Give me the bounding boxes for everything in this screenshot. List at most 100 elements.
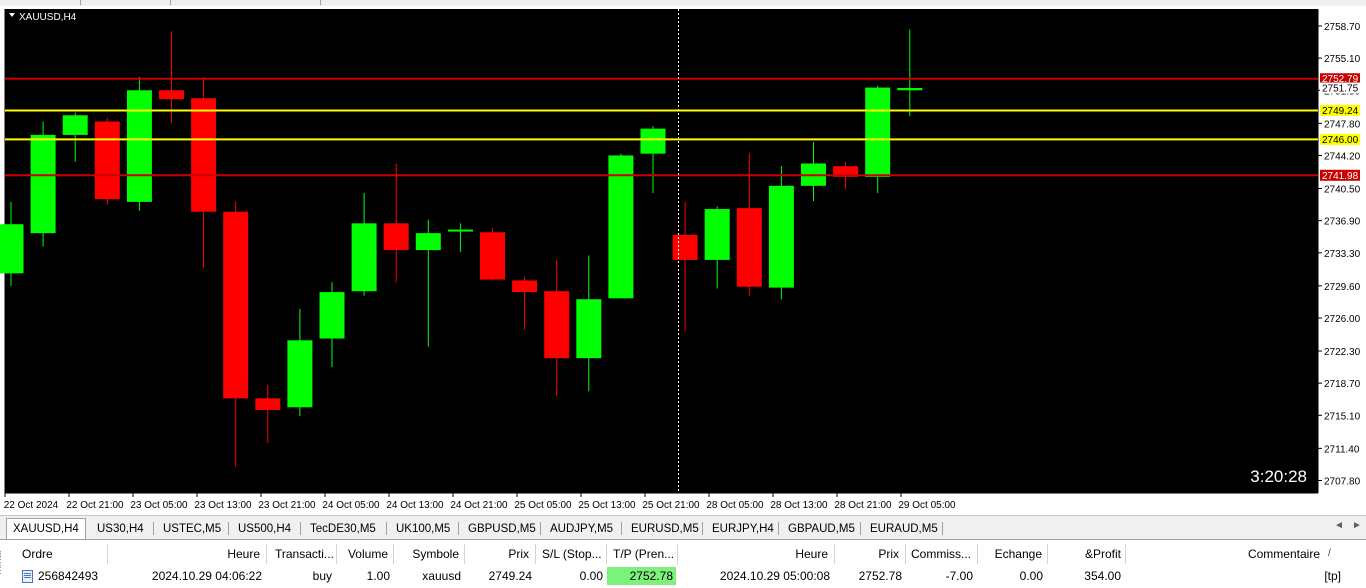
y-axis-label: 2758.70 [1324,22,1361,33]
chart-tab[interactable]: EURJPY,H4 [706,520,780,538]
candle-body[interactable] [608,155,634,299]
candle-body[interactable] [512,280,538,293]
candle-body[interactable] [447,229,473,232]
cell-type[interactable]: buy [268,567,332,585]
column-divider[interactable] [606,544,607,564]
cell-symbol[interactable]: xauusd [395,567,461,585]
cell-open-time[interactable]: 2024.10.29 04:06:22 [112,567,262,585]
tab-separator [778,522,779,535]
col-header-close-price[interactable]: Prix [836,544,899,564]
cell-comment[interactable]: [tp] [1130,567,1341,585]
candle-body[interactable] [480,232,505,280]
chart-tab[interactable]: AUDJPY,M5 [544,520,619,538]
terminal-side-label[interactable]: minal [0,543,12,587]
column-divider[interactable] [1047,544,1048,564]
x-axis-label: 23 Oct 13:00 [194,500,252,511]
candle-body[interactable] [30,134,56,234]
candle-body[interactable] [768,185,794,288]
candle-body[interactable] [672,234,698,260]
cell-order[interactable]: 256842493 [38,567,98,585]
cell-swap[interactable]: 0.00 [979,567,1043,585]
column-divider[interactable] [464,544,465,564]
x-axis-label: 25 Oct 13:00 [578,500,636,511]
col-header-swap[interactable]: Echange [980,544,1042,564]
candle-body[interactable] [62,115,88,135]
chart-tab[interactable]: EURAUD,M5 [864,520,944,538]
column-divider[interactable] [677,544,678,564]
sort-indicator-icon: / [1328,548,1331,559]
candle-body[interactable] [736,208,762,287]
plot-background [5,9,1318,493]
cell-volume[interactable]: 1.00 [338,567,390,585]
candle-body[interactable] [897,88,923,91]
candle-body[interactable] [544,291,570,359]
tab-separator [458,522,459,535]
candle-body[interactable] [415,233,441,251]
y-axis-label: 2747.80 [1324,119,1361,130]
col-header-order[interactable]: Ordre [22,544,102,564]
cell-commission[interactable]: -7.00 [907,567,973,585]
closed-order-icon [22,570,33,583]
column-divider[interactable] [1125,544,1126,564]
col-header-price[interactable]: Prix [466,544,529,564]
col-header-time[interactable]: Heure [112,544,260,564]
candle-body[interactable] [255,398,281,410]
candle-body[interactable] [0,224,24,274]
x-axis-label: 22 Oct 21:00 [66,500,124,511]
candle-body[interactable] [94,121,120,200]
candle-body[interactable] [159,90,184,100]
cell-tp[interactable]: 2752.78 [608,567,673,585]
candle-body[interactable] [126,90,152,202]
cell-close-time[interactable]: 2024.10.29 05:00:08 [680,567,830,585]
column-divider[interactable] [393,544,394,564]
column-divider[interactable] [977,544,978,564]
chart-tab[interactable]: GBPAUD,M5 [782,520,861,538]
chart-tab[interactable]: EURUSD,M5 [625,520,705,538]
chart-tab[interactable]: UK100,M5 [390,520,456,538]
y-axis-label: 2707.80 [1324,476,1361,487]
column-divider[interactable] [336,544,337,564]
column-divider[interactable] [834,544,835,564]
price-chart[interactable]: 2758.702755.102751.502747.802744.202740.… [0,6,1366,515]
col-header-close-time[interactable]: Heure [680,544,828,564]
cell-profit[interactable]: 354.00 [1049,567,1121,585]
x-axis-label: 22 Oct 2024 [4,500,59,511]
column-divider[interactable] [266,544,267,564]
candle-body[interactable] [351,223,377,292]
y-axis-label: 2740.50 [1324,184,1361,195]
candle-body[interactable] [191,98,217,212]
col-header-volume[interactable]: Volume [338,544,388,564]
cell-close-price[interactable]: 2752.78 [836,567,902,585]
candle-body[interactable] [383,223,409,251]
candle-body[interactable] [319,292,345,339]
col-header-tp[interactable]: T/P (Pren... [613,544,677,564]
chart-tab[interactable]: TecDE30,M5 [304,520,382,538]
toolbar-segment [170,0,321,5]
candle-body[interactable] [576,299,602,359]
cell-sl[interactable]: 0.00 [537,567,603,585]
tabs-scroll-right-icon[interactable]: ► [1352,520,1362,531]
cell-open-price[interactable]: 2749.24 [466,567,532,585]
tab-separator [942,522,943,535]
col-header-symbol[interactable]: Symbole [395,544,459,564]
chart-tab[interactable]: US30,H4 [91,520,150,538]
col-header-comment[interactable]: Commentaire [1130,544,1320,564]
candle-body[interactable] [287,340,313,408]
column-divider[interactable] [905,544,906,564]
col-header-commission[interactable]: Commiss... [911,544,977,564]
col-header-type[interactable]: Transacti... [275,544,337,564]
candle-body[interactable] [223,211,249,399]
chart-tab[interactable]: GBPUSD,M5 [462,520,542,538]
column-divider[interactable] [107,544,108,564]
chart-area[interactable]: 2758.702755.102751.502747.802744.202740.… [0,6,1366,515]
chart-tab[interactable]: US500,H4 [232,520,297,538]
tabs-scroll-left-icon[interactable]: ◄ [1334,520,1344,531]
column-divider[interactable] [535,544,536,564]
col-header-sl[interactable]: S/L (Stop... [542,544,606,564]
col-header-profit[interactable]: &Profit [1050,544,1121,564]
chart-tab[interactable]: XAUUSD,H4 [6,518,86,539]
candle-body[interactable] [865,87,891,177]
candle-body[interactable] [704,209,730,260]
chart-tab[interactable]: USTEC,M5 [157,520,227,538]
candle-body[interactable] [640,128,666,154]
